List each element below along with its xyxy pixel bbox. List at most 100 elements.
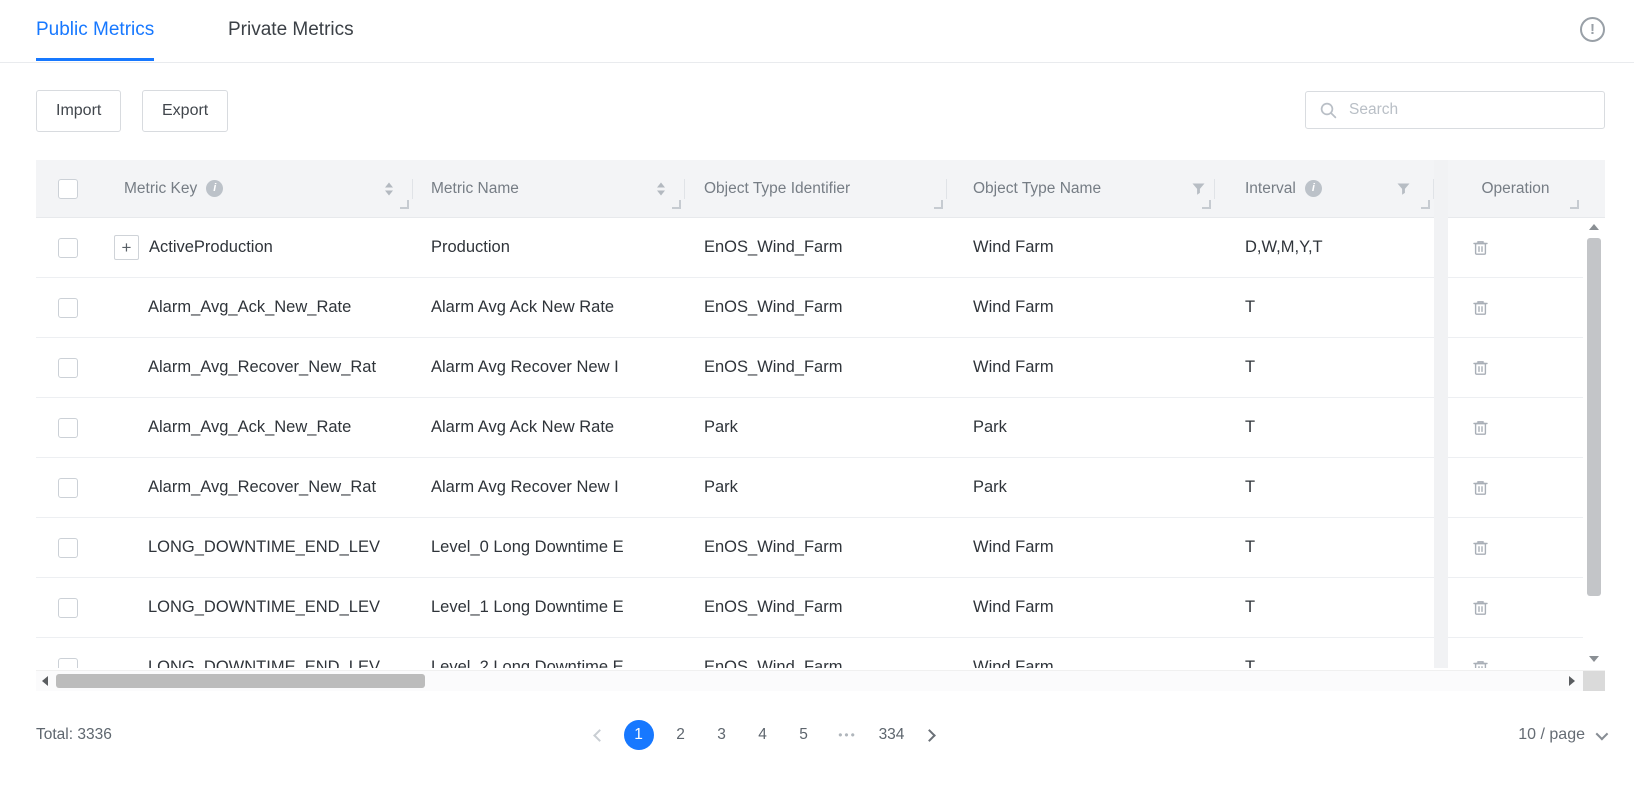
scroll-right-button[interactable] bbox=[1563, 671, 1581, 691]
operation-cell bbox=[1448, 518, 1583, 577]
filter-icon[interactable] bbox=[1192, 183, 1205, 195]
select-all-cell bbox=[36, 160, 100, 217]
metric-key-value: Alarm_Avg_Ack_New_Rate bbox=[148, 418, 351, 437]
row-checkbox[interactable] bbox=[58, 538, 78, 558]
page-button-2[interactable]: 2 bbox=[667, 720, 695, 750]
search-box[interactable] bbox=[1305, 91, 1605, 129]
column-resize-handle[interactable] bbox=[934, 200, 943, 209]
page-button-1[interactable]: 1 bbox=[624, 720, 654, 750]
object-type-name-cell: Wind Farm bbox=[947, 218, 1215, 277]
metric-name-cell: Level_0 Long Downtime E bbox=[413, 518, 685, 577]
tab-public-metrics[interactable]: Public Metrics bbox=[36, 0, 154, 61]
metric-key-cell: + ActiveProduction bbox=[100, 218, 413, 277]
sort-desc-icon[interactable] bbox=[657, 190, 665, 195]
row-checkbox[interactable] bbox=[58, 358, 78, 378]
column-label: Operation bbox=[1481, 180, 1549, 198]
sort-asc-icon[interactable] bbox=[657, 182, 665, 187]
scrollbar-corner bbox=[1583, 671, 1605, 691]
column-header-object-type-identifier: Object Type Identifier bbox=[685, 160, 947, 217]
triangle-left-icon bbox=[42, 676, 48, 686]
metric-key-value: Alarm_Avg_Recover_New_Rat bbox=[148, 478, 376, 497]
sort-asc-icon[interactable] bbox=[385, 182, 393, 187]
delete-icon bbox=[1472, 605, 1489, 620]
search-input[interactable] bbox=[1347, 100, 1604, 120]
exclamation-circle-icon[interactable]: ! bbox=[1580, 17, 1605, 42]
table-header-row: Metric Key i Metric Name Object Type Ide… bbox=[36, 160, 1605, 218]
object-type-identifier-cell: EnOS_Wind_Farm bbox=[685, 278, 947, 337]
page-ellipsis[interactable]: ••• bbox=[831, 720, 865, 750]
sort-control[interactable] bbox=[657, 182, 665, 195]
metric-key-cell: LONG_DOWNTIME_END_LEV bbox=[100, 578, 413, 637]
row-checkbox[interactable] bbox=[58, 478, 78, 498]
column-resize-handle[interactable] bbox=[400, 200, 409, 209]
export-button[interactable]: Export bbox=[142, 90, 228, 132]
delete-button[interactable] bbox=[1472, 239, 1489, 257]
tab-private-metrics[interactable]: Private Metrics bbox=[228, 0, 354, 61]
row-checkbox[interactable] bbox=[58, 418, 78, 438]
page-button-3[interactable]: 3 bbox=[708, 720, 736, 750]
metrics-table: Metric Key i Metric Name Object Type Ide… bbox=[36, 160, 1605, 690]
sort-control[interactable] bbox=[385, 182, 393, 195]
fixed-column-gap bbox=[1434, 160, 1448, 668]
vertical-scrollbar-thumb[interactable] bbox=[1587, 238, 1601, 596]
delete-icon bbox=[1472, 245, 1489, 260]
object-type-name-cell: Wind Farm bbox=[947, 278, 1215, 337]
object-type-identifier-cell: EnOS_Wind_Farm bbox=[685, 638, 947, 668]
page-button-4[interactable]: 4 bbox=[749, 720, 777, 750]
metric-key-cell: Alarm_Avg_Ack_New_Rate bbox=[100, 278, 413, 337]
sort-desc-icon[interactable] bbox=[385, 190, 393, 195]
horizontal-scrollbar[interactable] bbox=[36, 670, 1605, 691]
row-checkbox[interactable] bbox=[58, 298, 78, 318]
delete-button[interactable] bbox=[1472, 539, 1489, 557]
page-button-5[interactable]: 5 bbox=[790, 720, 818, 750]
delete-button[interactable] bbox=[1472, 299, 1489, 317]
delete-button[interactable] bbox=[1472, 419, 1489, 437]
column-label: Metric Key bbox=[124, 180, 197, 198]
column-header-metric-key[interactable]: Metric Key i bbox=[100, 160, 413, 217]
metric-key-value: LONG_DOWNTIME_END_LEV bbox=[148, 598, 380, 617]
page-button-334[interactable]: 334 bbox=[878, 720, 906, 750]
column-resize-handle[interactable] bbox=[672, 200, 681, 209]
operation-cell bbox=[1448, 218, 1583, 277]
column-resize-handle[interactable] bbox=[1421, 200, 1430, 209]
operation-cell bbox=[1448, 638, 1583, 668]
column-resize-handle[interactable] bbox=[1202, 200, 1211, 209]
metric-name-cell: Level_1 Long Downtime E bbox=[413, 578, 685, 637]
column-label: Object Type Name bbox=[973, 180, 1101, 198]
info-icon[interactable]: i bbox=[1305, 180, 1322, 197]
delete-button[interactable] bbox=[1472, 479, 1489, 497]
expand-row-button[interactable]: + bbox=[114, 235, 139, 260]
metric-name-cell: Level_2 Long Downtime E bbox=[413, 638, 685, 668]
row-select-cell bbox=[36, 218, 100, 277]
triangle-right-icon bbox=[1569, 676, 1575, 686]
row-checkbox[interactable] bbox=[58, 598, 78, 618]
column-header-metric-name[interactable]: Metric Name bbox=[413, 160, 685, 217]
horizontal-scrollbar-thumb[interactable] bbox=[56, 674, 425, 688]
scroll-up-button[interactable] bbox=[1583, 218, 1605, 236]
column-resize-handle[interactable] bbox=[1570, 200, 1579, 209]
row-select-cell bbox=[36, 458, 100, 517]
metric-key-cell: LONG_DOWNTIME_END_LEV bbox=[100, 638, 413, 668]
scroll-left-button[interactable] bbox=[36, 671, 54, 691]
object-type-name-cell: Wind Farm bbox=[947, 518, 1215, 577]
delete-button[interactable] bbox=[1472, 659, 1489, 669]
next-page-button[interactable] bbox=[919, 720, 941, 750]
filter-icon[interactable] bbox=[1397, 183, 1410, 195]
delete-button[interactable] bbox=[1472, 599, 1489, 617]
scroll-down-button[interactable] bbox=[1583, 650, 1605, 668]
interval-cell: T bbox=[1215, 458, 1434, 517]
vertical-scrollbar[interactable] bbox=[1583, 218, 1605, 668]
row-checkbox[interactable] bbox=[58, 238, 78, 258]
prev-page-button[interactable] bbox=[589, 720, 611, 750]
row-checkbox[interactable] bbox=[58, 658, 78, 669]
table-row: LONG_DOWNTIME_END_LEVLevel_0 Long Downti… bbox=[36, 518, 1605, 578]
delete-button[interactable] bbox=[1472, 359, 1489, 377]
metric-key-value: ActiveProduction bbox=[149, 238, 273, 257]
row-select-cell bbox=[36, 578, 100, 637]
import-button[interactable]: Import bbox=[36, 90, 121, 132]
object-type-name-cell: Park bbox=[947, 458, 1215, 517]
page-size-select[interactable]: 10 / page bbox=[1518, 726, 1605, 744]
delete-icon bbox=[1472, 425, 1489, 440]
select-all-checkbox[interactable] bbox=[58, 179, 78, 199]
info-icon[interactable]: i bbox=[206, 180, 223, 197]
